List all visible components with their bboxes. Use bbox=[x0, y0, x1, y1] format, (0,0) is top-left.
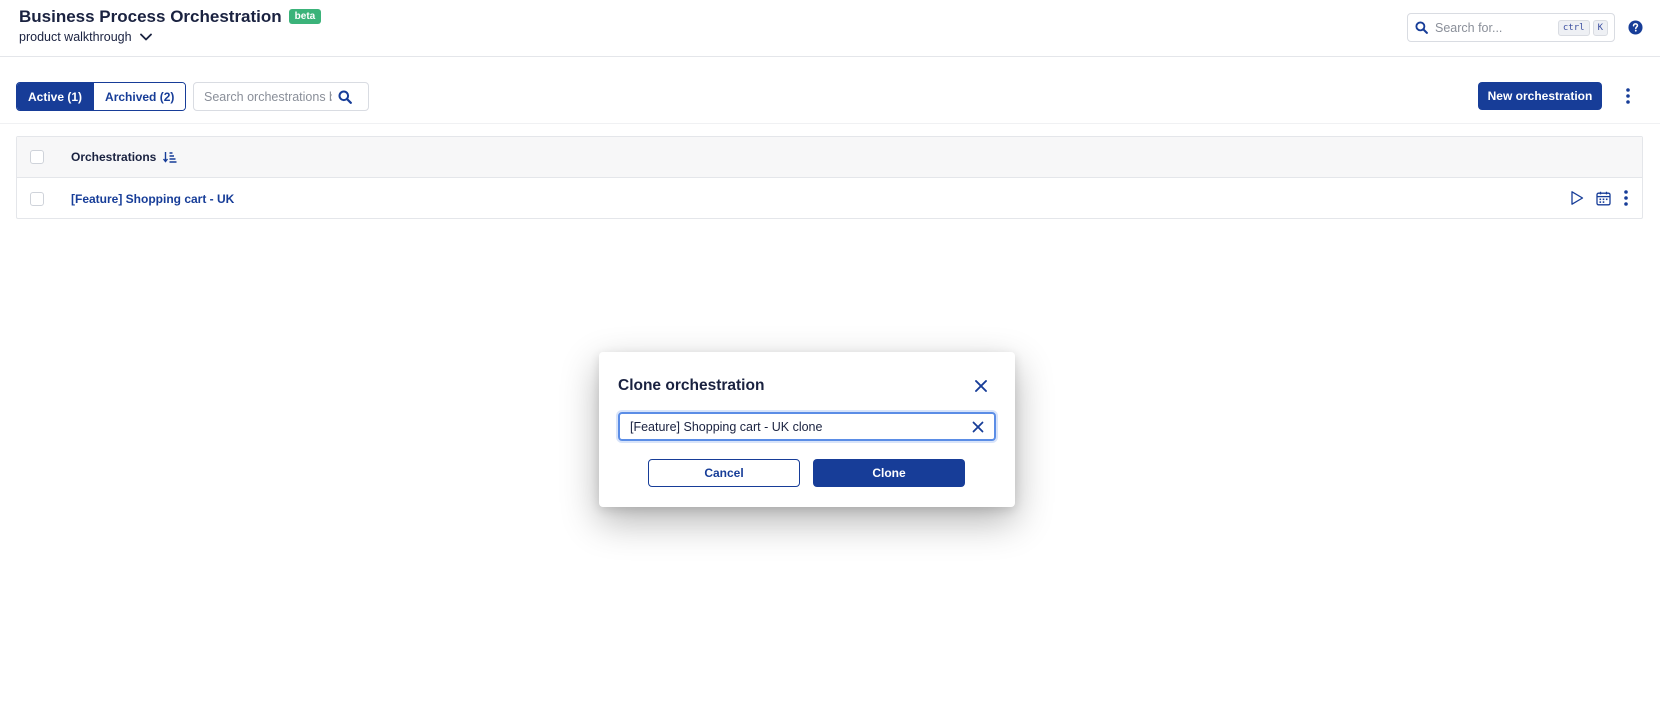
tab-active[interactable]: Active (1) bbox=[17, 83, 94, 110]
workspace-selector[interactable]: product walkthrough bbox=[19, 30, 152, 44]
select-all-checkbox[interactable] bbox=[30, 150, 44, 164]
global-search[interactable]: ctrl K bbox=[1407, 13, 1615, 42]
row-actions bbox=[1569, 189, 1630, 207]
clone-name-input[interactable] bbox=[630, 419, 972, 434]
more-options-icon[interactable] bbox=[1624, 87, 1632, 105]
beta-badge: beta bbox=[288, 8, 322, 24]
status-tabs: Active (1) Archived (2) bbox=[16, 82, 187, 111]
calendar-icon[interactable] bbox=[1596, 191, 1611, 206]
table-row: [Feature] Shopping cart - UK bbox=[17, 178, 1642, 219]
clear-icon[interactable] bbox=[972, 421, 984, 433]
app-header: Business Process Orchestration beta prod… bbox=[0, 0, 1660, 57]
orchestrations-table: Orchestrations [Feature] Shopping cart -… bbox=[16, 136, 1643, 219]
page-title: Business Process Orchestration beta bbox=[19, 7, 322, 27]
sort-icon[interactable] bbox=[163, 151, 177, 163]
app-title-text: Business Process Orchestration bbox=[19, 7, 282, 26]
shortcut-key-ctrl: ctrl bbox=[1557, 19, 1590, 36]
search-icon[interactable] bbox=[338, 90, 352, 104]
list-toolbar: Active (1) Archived (2) New orchestratio… bbox=[0, 57, 1660, 124]
orchestration-search-input[interactable] bbox=[204, 89, 332, 104]
orchestration-search[interactable] bbox=[193, 82, 369, 111]
clone-dialog: Clone orchestration Cancel Clone bbox=[599, 352, 1015, 507]
row-checkbox[interactable] bbox=[30, 191, 44, 206]
dialog-title: Clone orchestration bbox=[618, 377, 765, 394]
clone-button[interactable]: Clone bbox=[813, 459, 965, 487]
workspace-name: product walkthrough bbox=[19, 30, 132, 44]
clone-name-field[interactable] bbox=[618, 412, 996, 441]
help-icon[interactable] bbox=[1628, 20, 1643, 35]
row-more-icon[interactable] bbox=[1622, 189, 1630, 207]
shortcut-key-k: K bbox=[1592, 19, 1608, 36]
close-icon[interactable] bbox=[974, 379, 988, 393]
table-header: Orchestrations bbox=[17, 137, 1642, 178]
search-icon bbox=[1415, 21, 1428, 34]
tab-archived[interactable]: Archived (2) bbox=[93, 83, 186, 110]
cancel-button[interactable]: Cancel bbox=[648, 459, 800, 487]
play-icon[interactable] bbox=[1569, 190, 1585, 206]
column-header-orchestrations[interactable]: Orchestrations bbox=[71, 150, 156, 164]
global-search-input[interactable] bbox=[1435, 20, 1555, 35]
orchestration-link[interactable]: [Feature] Shopping cart - UK bbox=[71, 192, 234, 206]
chevron-down-icon bbox=[139, 33, 152, 41]
new-orchestration-button[interactable]: New orchestration bbox=[1478, 82, 1602, 110]
